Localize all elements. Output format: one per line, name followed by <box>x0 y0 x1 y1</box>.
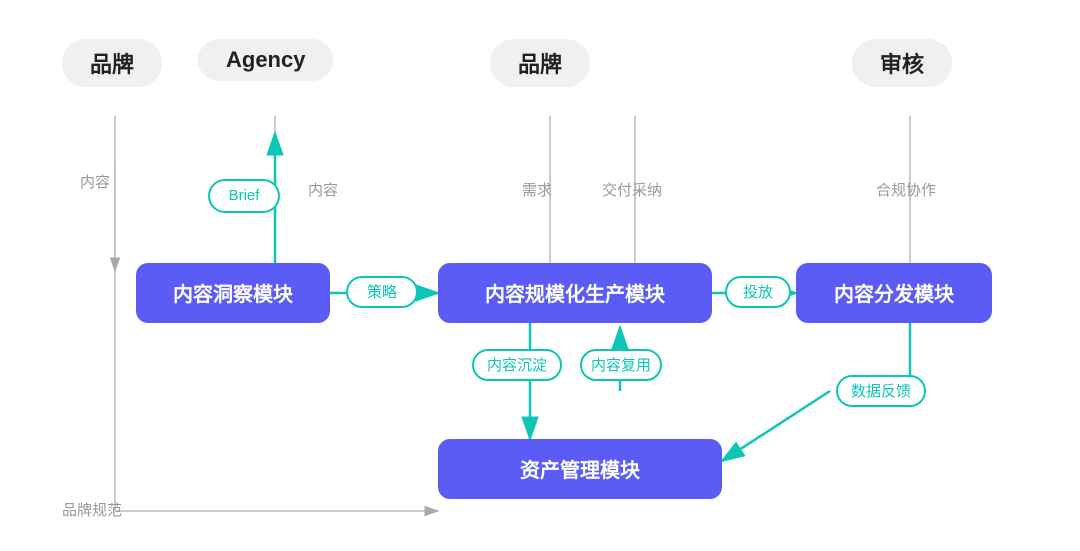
module-distribution: 内容分发模块 <box>796 263 992 323</box>
module-insight: 内容洞察模块 <box>136 263 330 323</box>
label-content1: 内容 <box>80 171 110 192</box>
label-compliance: 合规协作 <box>876 179 936 200</box>
header-brand1: 品牌 <box>62 39 162 87</box>
header-review: 审核 <box>852 39 952 87</box>
label-delivery: 交付采纳 <box>602 179 662 200</box>
label-demand: 需求 <box>522 179 552 200</box>
pill-strategy: 策略 <box>346 276 418 308</box>
pill-feedback: 数据反馈 <box>836 375 926 407</box>
pill-sedimentation: 内容沉淀 <box>472 349 562 381</box>
label-brand-spec: 品牌规范 <box>62 499 122 520</box>
pill-brief: Brief <box>208 179 280 213</box>
pill-placement: 投放 <box>725 276 791 308</box>
pill-reuse: 内容复用 <box>580 349 662 381</box>
header-brand2: 品牌 <box>490 39 590 87</box>
module-production: 内容规模化生产模块 <box>438 263 712 323</box>
module-asset: 资产管理模块 <box>438 439 722 499</box>
diagram: 品牌 Agency 品牌 审核 内容 内容 需求 交付采纳 合规协作 品牌规范 … <box>40 31 1040 521</box>
label-content2: 内容 <box>308 179 338 200</box>
header-agency: Agency <box>198 39 333 81</box>
